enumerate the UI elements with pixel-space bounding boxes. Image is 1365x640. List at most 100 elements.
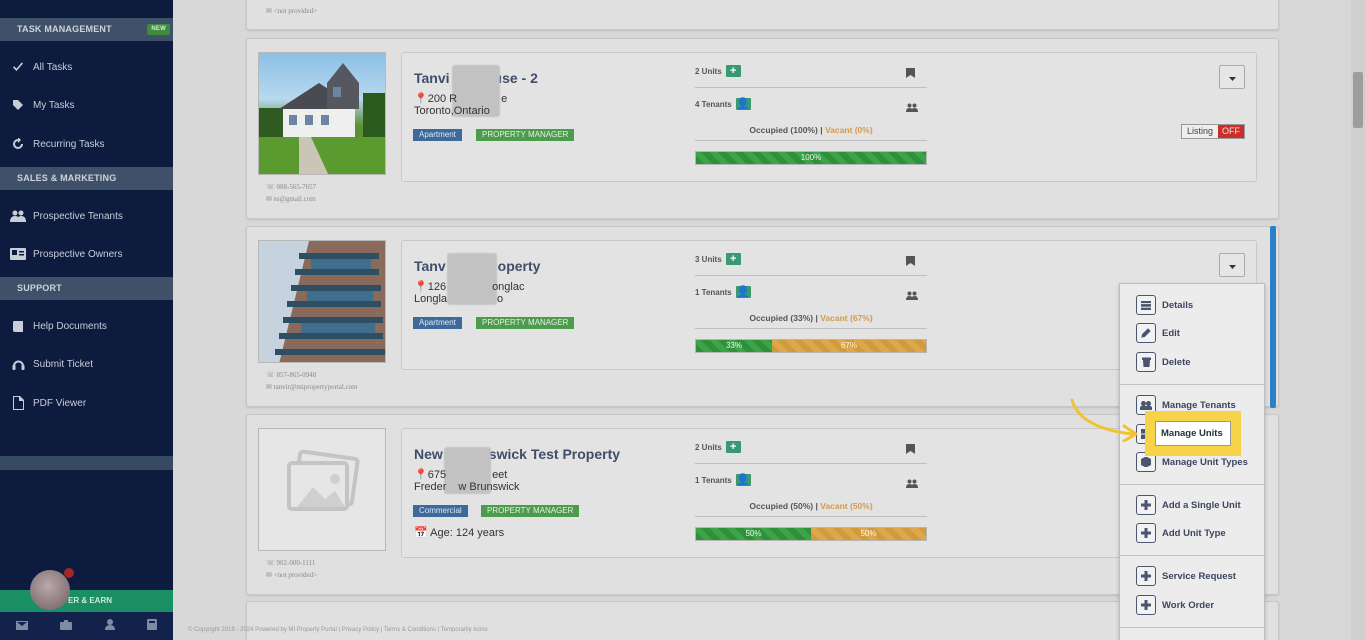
notification-badge [64,568,74,578]
check-icon [10,59,26,75]
sidebar-item-prospective-tenants[interactable]: Prospective Tenants [10,206,123,226]
sidebar-item-all-tasks[interactable]: All Tasks [10,57,72,77]
sidebar-item-recurring-tasks[interactable]: Recurring Tasks [10,134,105,154]
divider [695,140,927,141]
menu-item-add-unit-type[interactable]: Add Unit Type [1136,523,1226,543]
property-type-tag: Apartment [413,317,462,329]
units-count: 2 Units + [695,65,741,77]
bookmark-icon [906,65,915,83]
property-address: 📍126 onglac Longla o [414,281,525,305]
plus-icon [1136,566,1156,586]
menu-item-label: Delete [1162,356,1191,368]
section-label: TASK MANAGEMENT [17,24,112,34]
actions-dropdown-button[interactable] [1219,253,1245,277]
menu-item-edit[interactable]: Edit [1136,323,1180,343]
calculator-icon[interactable] [146,617,157,635]
sidebar-divider [0,456,173,470]
email-text: ✉ <not provided> [266,571,318,579]
units-count: 2 Units + [695,441,741,453]
vacant-segment: 50% [811,528,926,540]
bookmark-icon [906,441,915,459]
sidebar-item-submit-ticket[interactable]: Submit Ticket [10,354,93,374]
sidebar-item-label: Prospective Owners [33,248,123,260]
refer-and-earn-button[interactable]: ER & EARN [0,590,173,612]
property-photo-placeholder[interactable] [258,428,386,551]
image-placeholder-icon [287,449,360,511]
users-icon [906,99,918,117]
add-tenant-button[interactable]: 👤 [735,98,751,110]
menu-item-delete[interactable]: Delete [1136,352,1191,372]
pencil-icon [1136,323,1156,343]
property-photo[interactable] [258,240,386,363]
sidebar-item-label: My Tasks [33,99,75,111]
sidebar-item-label: Prospective Tenants [33,210,123,222]
phone-text: ☏ 857-865-0948 [266,371,317,379]
divider [695,87,927,88]
menu-item-work-order[interactable]: Work Order [1136,595,1214,615]
property-card-partial [246,0,1279,30]
top-contact-email: ✉ <not provided> [266,7,318,15]
headset-icon [10,356,26,372]
plus-icon [1136,495,1156,515]
add-tenant-button[interactable]: 👤 [735,474,751,486]
section-label: SALES & MARKETING [17,173,117,183]
divider [695,463,927,464]
menu-divider [1120,384,1264,385]
sidebar-item-prospective-owners[interactable]: Prospective Owners [10,244,122,264]
menu-item-manage-units[interactable]: Manage Units [1155,421,1231,446]
menu-item-details[interactable]: Details [1136,295,1193,315]
property-contact: ☏ 857-865-0948 ✉ tanvir@mipropertyportal… [266,369,358,393]
sidebar-item-pdf-viewer[interactable]: PDF Viewer [10,393,86,413]
plus-icon [1136,523,1156,543]
sidebar-section-task-management: TASK MANAGEMENT NEW [0,18,173,41]
user-icon[interactable] [104,617,115,635]
users-icon [906,287,918,305]
tag-icon [10,97,26,113]
listing-state: OFF [1218,125,1245,138]
phone-text: ☏ 902-000-1111 [266,559,316,567]
caret-down-icon [1228,68,1236,86]
users-icon [10,208,26,224]
add-unit-button[interactable]: + [725,441,741,453]
vacant-segment: 67% [771,340,926,352]
sidebar-item-label: Recurring Tasks [33,138,105,150]
scrollbar-thumb[interactable] [1353,72,1363,128]
menu-item-label: Add a Single Unit [1162,499,1241,511]
caret-down-icon [1228,256,1236,274]
sidebar-section-sales-marketing: SALES & MARKETING [0,167,173,190]
occupancy-text: Occupied (33%) | Vacant (67%) [749,313,873,323]
occupancy-bar: 33% 67% [695,339,927,353]
property-address: 📍200 Re Toronto,Ontario [414,93,508,117]
mail-icon[interactable] [16,617,29,635]
property-photo[interactable] [258,52,386,175]
manager-role-tag: PROPERTY MANAGER [476,129,575,141]
menu-item-service-request[interactable]: Service Request [1136,566,1236,586]
manager-role-tag: PROPERTY MANAGER [476,317,575,329]
menu-item-label: Service Request [1162,570,1236,582]
add-tenant-button[interactable]: 👤 [735,286,751,298]
email-text: ✉ tanvir@mipropertyportal.com [266,383,358,391]
actions-dropdown-button[interactable] [1219,65,1245,89]
property-contact: ☏ 902-000-1111 ✉ <not provided> [266,557,317,581]
occupied-segment: 100% [696,152,926,164]
listing-toggle[interactable]: Listing OFF [1181,124,1246,139]
menu-item-label: Details [1162,299,1194,311]
list-icon [1136,295,1156,315]
bookmark-icon [906,253,915,271]
sidebar-item-label: Help Documents [33,320,107,332]
sidebar-item-help-documents[interactable]: Help Documents [10,316,107,336]
add-unit-button[interactable]: + [725,253,741,265]
sidebar-item-label: PDF Viewer [33,397,87,409]
trash-icon [1136,352,1156,372]
sidebar-item-my-tasks[interactable]: My Tasks [10,95,75,115]
sidebar-item-label: All Tasks [33,61,73,73]
pdf-icon [10,395,26,411]
tenants-count: 4 Tenants 👤 [695,98,751,110]
property-contact: ☏ 088-565-7657 ✉ es@gmail.com [266,181,316,205]
refresh-icon [10,136,26,152]
menu-item-add-single-unit[interactable]: Add a Single Unit [1136,495,1241,515]
menu-divider [1120,484,1264,485]
menu-item-label: Manage Tenants [1162,399,1236,411]
add-unit-button[interactable]: + [725,65,741,77]
briefcase-icon[interactable] [60,617,73,635]
